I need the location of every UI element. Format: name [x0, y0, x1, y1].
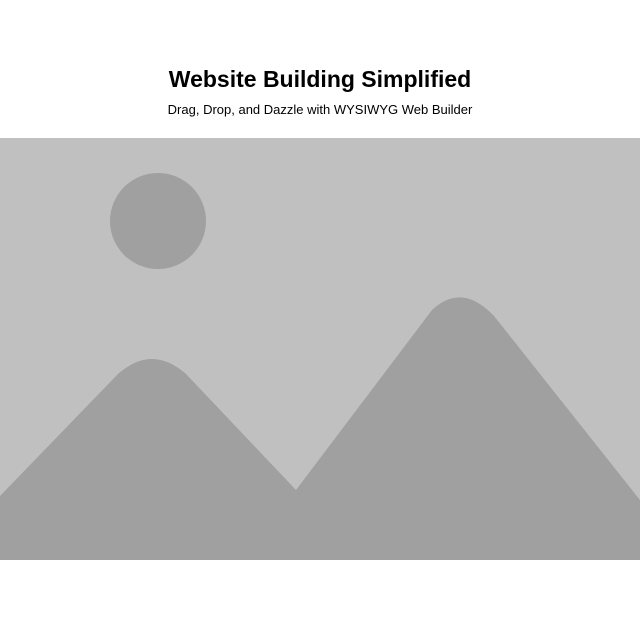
page-subtitle: Drag, Drop, and Dazzle with WYSIWYG Web … — [167, 102, 473, 117]
hero-image — [0, 138, 640, 560]
page-title: Website Building Simplified — [168, 66, 472, 92]
sun-shape — [110, 173, 206, 269]
image-placeholder-icon — [0, 138, 640, 560]
hero-header: Website Building Simplified Drag, Drop, … — [0, 0, 640, 138]
